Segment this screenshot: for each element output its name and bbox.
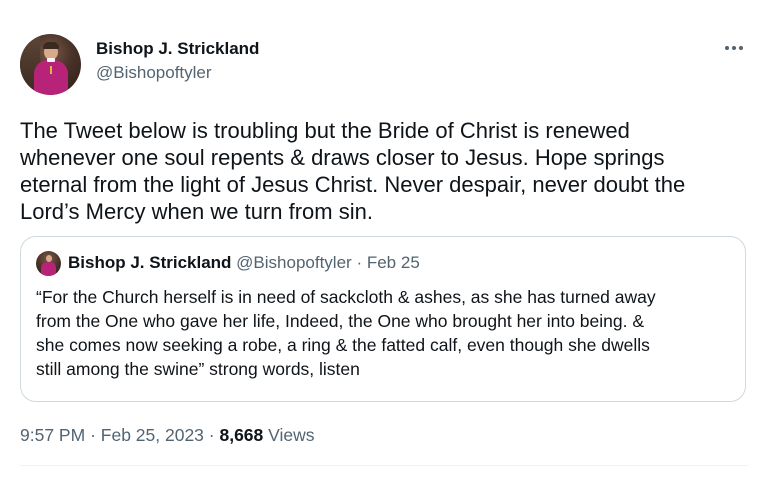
quoted-tweet[interactable]: Bishop J. Strickland @Bishopoftyler · Fe… (20, 236, 746, 402)
views-label: Views (268, 425, 315, 445)
quoted-tweet-header: Bishop J. Strickland @Bishopoftyler · Fe… (68, 253, 420, 273)
quoted-author-name: Bishop J. Strickland (68, 253, 232, 272)
quoted-tweet-text: “For the Church herself is in need of sa… (36, 287, 656, 379)
meta-separator: · (90, 425, 96, 445)
tweet-meta: 9:57 PM · Feb 25, 2023 · 8,668 Views (20, 424, 315, 446)
quoted-date: Feb 25 (366, 253, 420, 272)
more-options-icon[interactable] (720, 38, 748, 58)
quoted-separator: · (356, 253, 363, 272)
meta-separator: · (208, 425, 215, 445)
author-handle[interactable]: @Bishopoftyler (96, 63, 212, 83)
divider (20, 465, 748, 466)
tweet: Bishop J. Strickland @Bishopoftyler The … (0, 0, 768, 480)
tweet-text: The Tweet below is troubling but the Bri… (20, 118, 686, 224)
views-count: 8,668 (219, 425, 264, 445)
tweet-time[interactable]: 9:57 PM (20, 425, 85, 445)
quoted-author-handle: @Bishopoftyler (236, 253, 352, 272)
author-avatar[interactable] (20, 34, 81, 95)
quoted-author-avatar (36, 251, 61, 276)
tweet-date[interactable]: Feb 25, 2023 (101, 425, 204, 445)
author-name[interactable]: Bishop J. Strickland (96, 39, 259, 59)
